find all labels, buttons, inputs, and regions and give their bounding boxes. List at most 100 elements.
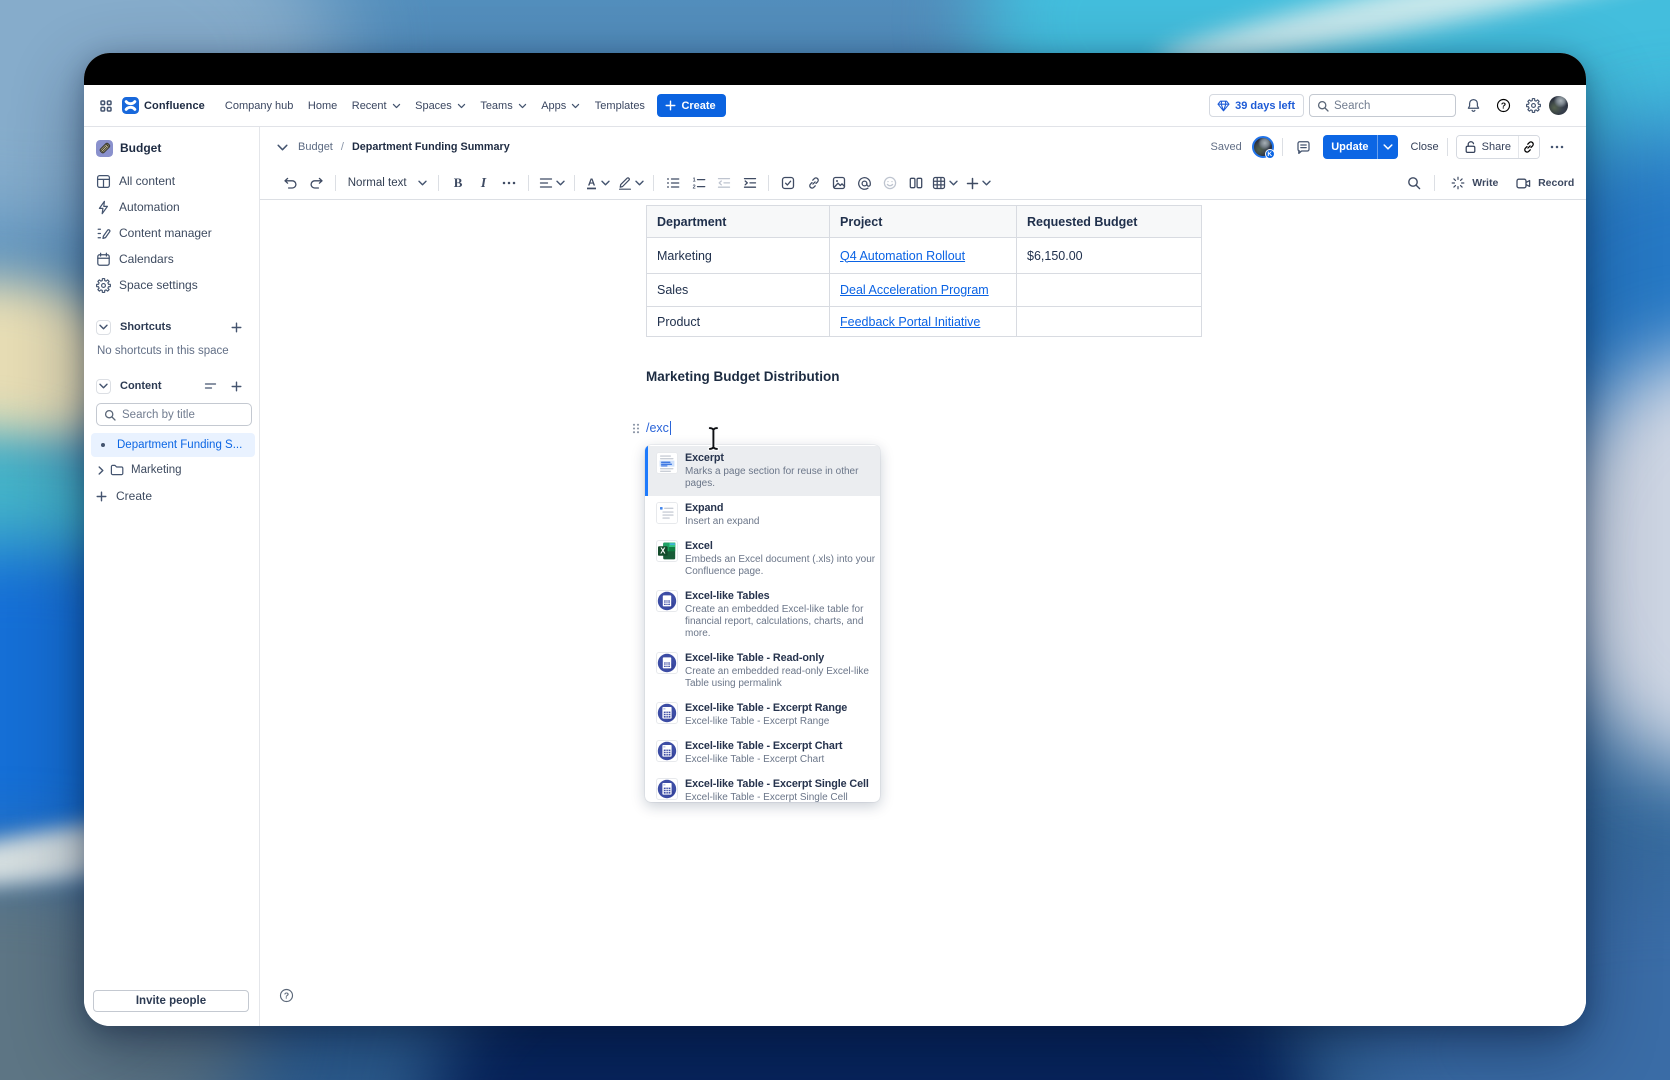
- table-cell[interactable]: Feedback Portal Initiative: [829, 306, 1017, 337]
- slash-menu-item-expand[interactable]: Expand Insert an expand: [645, 496, 880, 534]
- slash-menu-item-excerpt[interactable]: Excerpt Marks a page section for reuse in…: [645, 446, 880, 496]
- table-cell[interactable]: Marketing: [646, 237, 830, 274]
- chevron-right-icon[interactable]: [98, 465, 104, 475]
- create-button[interactable]: Create: [657, 94, 726, 117]
- breadcrumb-space-link[interactable]: Budget: [298, 141, 333, 153]
- update-options-button[interactable]: [1376, 135, 1398, 159]
- slash-command-line[interactable]: /exc: [632, 419, 1202, 437]
- table-cell[interactable]: Q4 Automation Rollout: [829, 237, 1017, 274]
- table-cell[interactable]: $6,150.00: [1016, 237, 1202, 274]
- app-switcher-button[interactable]: [100, 93, 112, 119]
- slash-menu-item-excel-like-table-read-only[interactable]: Excel-like Table - Read-only Create an em…: [645, 646, 880, 696]
- filter-content-button[interactable]: [201, 377, 219, 395]
- slash-menu-item-excel-like-table-excerpt-range[interactable]: Excel-like Table - Excerpt Range Excel-li…: [645, 696, 880, 734]
- navbar-item-home[interactable]: Home: [308, 94, 337, 118]
- table-cell[interactable]: Deal Acceleration Program: [829, 273, 1017, 307]
- loom-write-button[interactable]: Write: [1449, 171, 1500, 195]
- italic-button[interactable]: I: [472, 171, 496, 195]
- insert-link-button[interactable]: [802, 171, 826, 195]
- navbar-item-recent[interactable]: Recent: [352, 94, 401, 118]
- insert-image-button[interactable]: [827, 171, 851, 195]
- content-search-input[interactable]: [122, 408, 244, 421]
- navbar-item-spaces[interactable]: Spaces: [415, 94, 466, 118]
- add-content-button[interactable]: [227, 377, 245, 395]
- copy-link-button[interactable]: [1518, 136, 1539, 158]
- content-search[interactable]: [96, 403, 252, 426]
- layouts-button[interactable]: [904, 171, 928, 195]
- navbar-item-teams[interactable]: Teams: [480, 94, 526, 118]
- global-search-input[interactable]: [1334, 99, 1448, 112]
- slash-menu-item-desc: Excel-like Table - Excerpt Chart: [685, 754, 825, 765]
- trial-days-badge[interactable]: 39 days left: [1209, 94, 1304, 117]
- table-header-cell[interactable]: Project: [829, 205, 1017, 238]
- more-actions-button[interactable]: [1548, 143, 1566, 151]
- find-button[interactable]: [1402, 171, 1426, 195]
- slash-menu-item-excel-like-table-excerpt-single-cell[interactable]: Excel-like Table - Excerpt Single Cell Ex…: [645, 772, 880, 802]
- loom-record-button[interactable]: Record: [1514, 171, 1576, 195]
- project-link[interactable]: Q4 Automation Rollout: [840, 249, 965, 263]
- bullet-list-button[interactable]: [661, 171, 685, 195]
- sidebar-item-all-content[interactable]: All content: [84, 168, 259, 194]
- content-section-header: Content: [84, 374, 259, 398]
- more-formatting-button[interactable]: [497, 171, 521, 195]
- collapse-content-button[interactable]: [96, 378, 111, 394]
- redo-button[interactable]: [304, 171, 328, 195]
- settings-button[interactable]: [1520, 93, 1546, 119]
- invite-people-button[interactable]: Invite people: [93, 990, 249, 1012]
- navbar-item-apps[interactable]: Apps: [541, 94, 580, 118]
- close-button[interactable]: Close: [1411, 141, 1439, 153]
- drag-handle-icon[interactable]: [632, 423, 640, 434]
- slash-menu-item-excel[interactable]: X Excel Embeds an Excel document (.xls) in…: [645, 534, 880, 584]
- project-link[interactable]: Feedback Portal Initiative: [840, 315, 980, 329]
- insert-table-button[interactable]: [929, 171, 961, 195]
- editor-canvas[interactable]: Department Project Requested Budget Marketi…: [260, 200, 1586, 1026]
- navbar-item-templates[interactable]: Templates: [595, 94, 645, 118]
- insert-more-button[interactable]: [963, 171, 994, 195]
- table-cell[interactable]: [1016, 273, 1202, 307]
- add-shortcut-button[interactable]: [227, 318, 245, 336]
- collapse-shortcuts-button[interactable]: [96, 319, 111, 335]
- slash-menu-item-excel-like-tables[interactable]: Excel-like Tables Create an embedded Exce…: [645, 584, 880, 646]
- global-search[interactable]: [1309, 94, 1456, 117]
- space-header[interactable]: Budget: [84, 135, 259, 161]
- outdent-button[interactable]: [712, 171, 736, 195]
- help-floating-button[interactable]: ?: [279, 988, 294, 1003]
- mention-button[interactable]: [853, 171, 877, 195]
- help-button[interactable]: ?: [1490, 93, 1516, 119]
- update-button[interactable]: Update: [1323, 135, 1377, 159]
- sidebar-create-button[interactable]: Create: [84, 484, 259, 508]
- table-header-cell[interactable]: Requested Budget: [1016, 205, 1202, 238]
- comments-button[interactable]: [1291, 135, 1315, 159]
- emoji-button[interactable]: [878, 171, 902, 195]
- highlight-button[interactable]: [615, 171, 647, 195]
- text-color-button[interactable]: A: [582, 171, 613, 195]
- notifications-button[interactable]: [1460, 93, 1486, 119]
- table-cell[interactable]: Sales: [646, 273, 830, 307]
- undo-button[interactable]: [279, 171, 303, 195]
- confluence-logo-icon[interactable]: [122, 97, 139, 114]
- alignment-button[interactable]: [536, 171, 568, 195]
- folder-icon: [110, 464, 124, 476]
- tree-item-marketing[interactable]: Marketing: [91, 458, 255, 482]
- sidebar-item-space-settings[interactable]: Space settings: [84, 272, 259, 298]
- table-cell[interactable]: Product: [646, 306, 830, 337]
- share-button[interactable]: Share: [1456, 136, 1518, 158]
- user-avatar[interactable]: [1549, 96, 1568, 115]
- confluence-logo-text[interactable]: Confluence: [144, 100, 205, 112]
- bold-button[interactable]: B: [446, 171, 470, 195]
- navbar-item-company-hub[interactable]: Company hub: [225, 94, 294, 118]
- sidebar-item-calendars[interactable]: Calendars: [84, 246, 259, 272]
- table-cell[interactable]: [1016, 306, 1202, 337]
- text-style-select[interactable]: Normal text: [343, 171, 432, 195]
- project-link[interactable]: Deal Acceleration Program: [840, 283, 989, 297]
- tree-item-department-funding-s-[interactable]: Department Funding S...: [91, 433, 255, 457]
- slash-menu-item-excel-like-table-excerpt-chart[interactable]: Excel-like Table - Excerpt Chart Excel-li…: [645, 734, 880, 772]
- numbered-list-button[interactable]: 12: [687, 171, 711, 195]
- task-list-button[interactable]: [776, 171, 800, 195]
- breadcrumb-collapse-button[interactable]: [277, 144, 288, 151]
- table-header-cell[interactable]: Department: [646, 205, 830, 238]
- indent-button[interactable]: [738, 171, 762, 195]
- sidebar-item-content-manager[interactable]: Content manager: [84, 220, 259, 246]
- sidebar-item-automation[interactable]: Automation: [84, 194, 259, 220]
- collaborator-avatar[interactable]: K: [1251, 136, 1275, 159]
